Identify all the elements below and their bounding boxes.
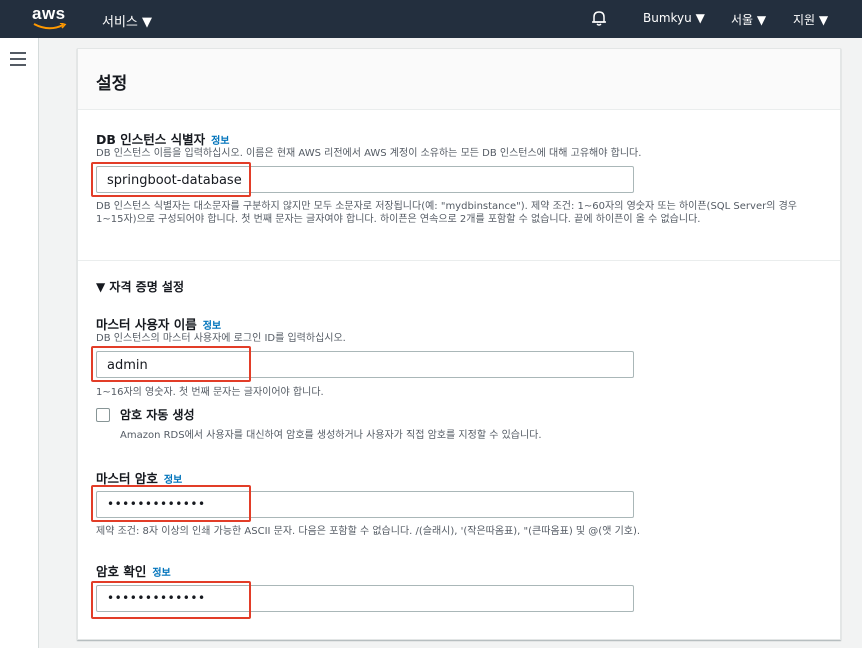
master-username-label: 마스터 사용자 이름 정보 bbox=[96, 314, 221, 333]
credentials-section-toggle[interactable]: ▼ 자격 증명 설정 bbox=[96, 278, 184, 295]
highlight-box bbox=[91, 485, 251, 522]
panel-header bbox=[78, 49, 840, 109]
highlight-box bbox=[91, 346, 251, 382]
db-identifier-label-text: DB 인스턴스 식별자 bbox=[96, 132, 206, 147]
highlight-box bbox=[91, 162, 251, 197]
services-menu[interactable]: 서비스 ▼ bbox=[102, 11, 152, 30]
master-username-info-link[interactable]: 정보 bbox=[203, 321, 221, 332]
db-identifier-description: DB 인스턴스 이름을 입력하십시오. 이름은 현재 AWS 리전에서 AWS … bbox=[96, 148, 642, 159]
settings-panel: 설정 DB 인스턴스 식별자 정보 DB 인스턴스 이름을 입력하십시오. 이름은… bbox=[77, 48, 841, 640]
confirm-password-info-link[interactable]: 정보 bbox=[152, 568, 170, 579]
bell-icon[interactable] bbox=[590, 9, 608, 27]
master-password-label-text: 마스터 암호 bbox=[96, 471, 158, 486]
aws-smile-icon bbox=[33, 23, 67, 30]
region-menu[interactable]: 서울 ▼ bbox=[731, 11, 766, 28]
db-identifier-info-link[interactable]: 정보 bbox=[211, 136, 229, 147]
auto-password-checkbox[interactable] bbox=[96, 408, 110, 422]
hamburger-menu-icon[interactable] bbox=[10, 52, 26, 70]
aws-logo[interactable]: aws bbox=[32, 4, 72, 34]
aws-logo-text: aws bbox=[32, 4, 66, 23]
sidebar bbox=[0, 38, 39, 648]
highlight-box bbox=[91, 581, 251, 619]
master-username-label-text: 마스터 사용자 이름 bbox=[96, 317, 197, 332]
top-navigation-bar: aws 서비스 ▼ Bumkyu ▼ 서울 ▼ 지원 ▼ bbox=[0, 0, 862, 38]
master-username-constraint: 1~16자의 영숫자. 첫 번째 문자는 글자이어야 합니다. bbox=[96, 387, 324, 398]
master-username-description: DB 인스턴스의 마스터 사용자에 로그인 ID를 입력하십시오. bbox=[96, 333, 346, 344]
panel-header-divider bbox=[78, 109, 840, 110]
user-menu[interactable]: Bumkyu ▼ bbox=[643, 11, 705, 25]
db-identifier-constraint: DB 인스턴스 식별자는 대소문자를 구분하지 않지만 모두 소문자로 저장됩니… bbox=[96, 201, 797, 225]
confirm-password-label: 암호 확인 정보 bbox=[96, 561, 171, 580]
db-identifier-label: DB 인스턴스 식별자 정보 bbox=[96, 129, 230, 148]
auto-password-description: Amazon RDS에서 사용자를 대신하여 암호를 생성하거나 사용자가 직접… bbox=[120, 430, 542, 441]
confirm-password-label-text: 암호 확인 bbox=[96, 564, 147, 579]
master-password-constraint: 제약 조건: 8자 이상의 인쇄 가능한 ASCII 문자. 다음은 포함할 수… bbox=[96, 526, 641, 537]
support-menu[interactable]: 지원 ▼ bbox=[793, 11, 828, 28]
panel-title: 설정 bbox=[96, 74, 128, 94]
section-divider bbox=[78, 260, 840, 261]
auto-password-label: 암호 자동 생성 bbox=[120, 408, 195, 422]
